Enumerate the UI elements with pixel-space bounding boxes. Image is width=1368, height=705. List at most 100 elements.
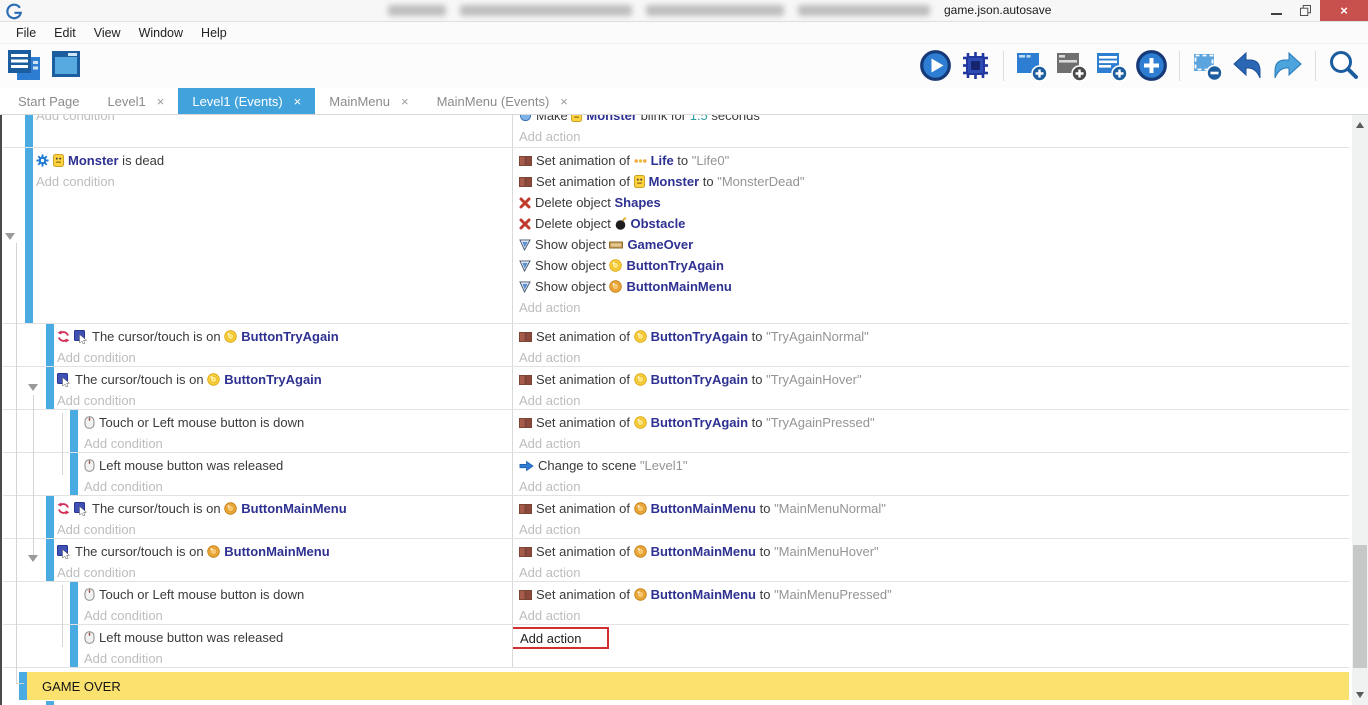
add-subevent-button[interactable] [1095,50,1128,82]
action-line[interactable]: Delete object Obstacle [519,213,1349,234]
tab-close-icon[interactable]: × [401,94,409,109]
add-condition-placeholder[interactable]: Add condition [84,476,512,495]
add-comment-button[interactable] [1055,50,1088,82]
scroll-down-button[interactable] [1352,687,1368,703]
add-condition-placeholder[interactable]: Add condition [57,519,512,538]
add-condition-placeholder[interactable]: Add condition [36,115,512,126]
action-line[interactable]: Set animation of ButtonTryAgain to "TryA… [519,412,1349,433]
conditions-column: Add condition [3,115,512,147]
search-button[interactable] [1327,49,1360,82]
tab-close-icon[interactable]: × [560,94,568,109]
action-line[interactable]: Show object ButtonMainMenu [519,276,1349,297]
event-row[interactable]: Touch or Left mouse button is downAdd co… [3,410,1349,453]
action-line[interactable]: Set animation of ButtonTryAgain to "TryA… [519,326,1349,347]
add-action-placeholder[interactable]: Add action [519,519,1349,538]
comment-event[interactable]: GAME OVER [3,668,1349,701]
event-row[interactable]: The cursor/touch is on ButtonTryAgain Add… [3,324,1349,367]
scroll-down-icon [1356,692,1364,698]
condition-line[interactable]: Left mouse button was released [84,627,512,648]
placeholder-text: Add condition [57,350,136,365]
condition-line[interactable]: The cursor/touch is on ButtonTryAgain [57,369,512,390]
action-line[interactable]: Set animation of ButtonTryAgain to "TryA… [519,369,1349,390]
play-button[interactable] [919,49,952,82]
condition-line[interactable]: The cursor/touch is on ButtonTryAgain [57,326,512,347]
text: Set animation of [536,587,634,602]
add-condition-placeholder[interactable]: Add condition [36,171,512,192]
add-action-placeholder[interactable]: Add action [519,562,1349,581]
tab-level1-events-[interactable]: Level1 (Events)× [178,88,315,114]
add-condition-placeholder[interactable]: Add condition [84,605,512,624]
event-row[interactable]: The cursor/touch is on ButtonTryAgainAdd… [3,367,1349,410]
vertical-scrollbar[interactable] [1352,115,1368,705]
action-line[interactable]: Set animation of ButtonMainMenu to "Main… [519,541,1349,562]
add-action-highlighted[interactable]: Add action [512,627,609,649]
add-event-button[interactable] [1015,50,1048,82]
condition-line[interactable]: Touch or Left mouse button is down [84,584,512,605]
redo-button[interactable] [1271,51,1304,81]
event-row[interactable]: The cursor/touch is on ButtonMainMenuAdd… [3,539,1349,582]
add-condition-placeholder[interactable]: Add condition [84,433,512,452]
menu-help[interactable]: Help [192,26,236,40]
tree-line [16,243,17,683]
action-line[interactable]: Delete object Shapes [519,192,1349,213]
action-line[interactable]: Set animation of ButtonMainMenu to "Main… [519,584,1349,605]
coin-yellow-icon [634,373,647,386]
action-line[interactable]: Make Monster blink for 1.5 seconds [519,115,1349,126]
menu-file[interactable]: File [7,26,45,40]
condition-line[interactable]: Left mouse button was released [84,455,512,476]
event-row[interactable]: Touch or Left mouse button is downAdd co… [3,582,1349,625]
add-action-placeholder[interactable]: Add action [519,390,1349,409]
close-button[interactable]: × [1320,0,1368,21]
add-condition-placeholder[interactable]: Add condition [57,562,512,581]
comment-block[interactable]: GAME OVER [27,672,1349,700]
action-line[interactable]: Change to scene "Level1" [519,455,1349,476]
tab-level1[interactable]: Level1× [93,88,178,114]
scene-window-button[interactable] [51,49,83,81]
event-row[interactable]: Left mouse button was releasedAdd condit… [3,625,1349,668]
restore-button[interactable] [1291,0,1320,21]
menu-window[interactable]: Window [130,26,192,40]
debug-button[interactable] [959,49,992,82]
add-action-placeholder[interactable]: Add action [519,605,1349,624]
collapse-arrow[interactable] [5,233,15,240]
condition-line[interactable]: The cursor/touch is on ButtonMainMenu [57,541,512,562]
add-action-placeholder[interactable]: Add action [519,297,1349,318]
action-line[interactable]: Show object ButtonTryAgain [519,255,1349,276]
placeholder-text: Add action [519,608,580,623]
menu-edit[interactable]: Edit [45,26,85,40]
collapse-arrow[interactable] [28,384,38,391]
condition-line[interactable]: Monster is dead [36,150,512,171]
add-action-placeholder[interactable]: Add action [519,347,1349,366]
tab-close-icon[interactable]: × [157,94,165,109]
action-line[interactable]: Set animation of Monster to "MonsterDead… [519,171,1349,192]
menu-view[interactable]: View [85,26,130,40]
project-manager-button[interactable] [7,49,41,81]
event-row[interactable]: Monster is deadAdd condition Set animatio… [3,148,1349,324]
add-action-placeholder[interactable]: Add action [519,126,1349,147]
add-action-placeholder[interactable]: Add action [519,433,1349,452]
scroll-up-button[interactable] [1352,117,1368,133]
action-line[interactable]: Show object GameOver [519,234,1349,255]
scrollbar-thumb[interactable] [1353,545,1367,668]
add-condition-placeholder[interactable]: Add condition [57,390,512,409]
minimize-button[interactable] [1262,0,1291,21]
event-row[interactable]: Add condition Make Monster blink for 1.5 … [3,115,1349,148]
tab-close-icon[interactable]: × [294,94,302,109]
tab-mainmenu[interactable]: MainMenu× [315,88,422,114]
event-row[interactable]: Left mouse button was releasedAdd condit… [3,453,1349,496]
condition-line[interactable]: Touch or Left mouse button is down [84,412,512,433]
add-action-placeholder[interactable]: Add action [519,476,1349,495]
event-row[interactable]: The cursor/touch is on ButtonMainMenuAdd… [3,496,1349,539]
tab-start-page[interactable]: Start Page [4,88,93,114]
undo-button[interactable] [1231,51,1264,81]
collapse-arrow[interactable] [28,555,38,562]
add-button[interactable] [1135,49,1168,82]
condition-line[interactable]: The cursor/touch is on ButtonMainMenu [57,498,512,519]
action-line[interactable]: Set animation of ButtonMainMenu to "Main… [519,498,1349,519]
remove-selection-button[interactable] [1191,50,1224,82]
add-condition-placeholder[interactable]: Add condition [84,648,512,667]
add-condition-placeholder[interactable]: Add condition [57,347,512,366]
object-reference: ButtonTryAgain [224,372,322,387]
tab-mainmenu-events-[interactable]: MainMenu (Events)× [423,88,582,114]
action-line[interactable]: Set animation of Life to "Life0" [519,150,1349,171]
